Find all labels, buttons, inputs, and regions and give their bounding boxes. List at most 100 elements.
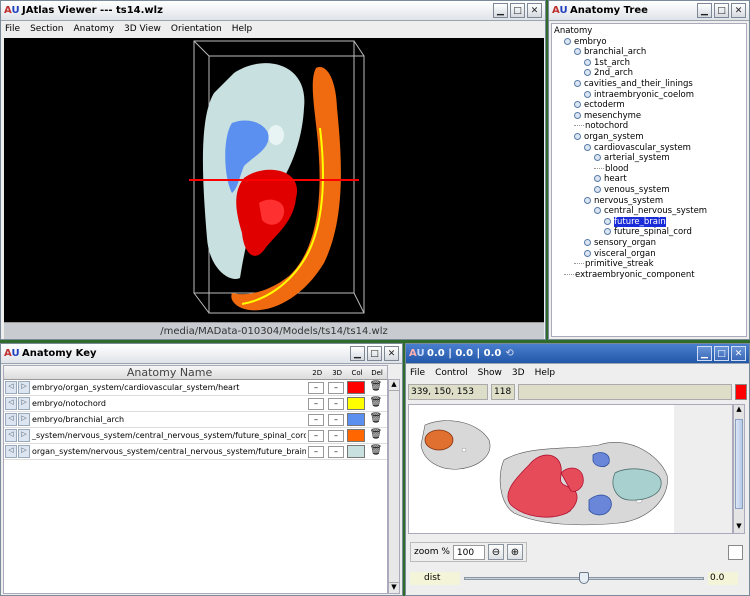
tree-toggle-icon[interactable] [584,249,591,257]
tree-node-branchial-arch[interactable]: branchial_arch [574,47,646,57]
key-table-row[interactable]: ◁ ▷ embryo/notochord – – 🗑 [4,396,387,412]
next-icon[interactable]: ▷ [18,413,30,426]
tree-toggle-icon[interactable] [584,58,591,66]
menu-item-3d-view[interactable]: 3D View [124,24,161,34]
maximize-icon[interactable]: □ [714,3,729,18]
dist-slider[interactable] [464,571,704,585]
3d-visibility-toggle[interactable]: – [328,381,344,394]
3d-visibility-toggle[interactable]: – [328,445,344,458]
menu-item-anatomy[interactable]: Anatomy [74,24,115,34]
next-icon[interactable]: ▷ [18,381,30,394]
tree-toggle-icon[interactable] [584,90,591,98]
maximize-icon[interactable]: □ [367,346,382,361]
section-vertical-scrollbar[interactable]: ▲ ▼ [733,404,745,534]
tree-toggle-icon[interactable] [584,69,591,77]
tree-toggle-icon[interactable] [604,228,611,236]
tree-toggle-icon[interactable] [574,80,581,87]
trash-icon[interactable]: 🗑 [368,381,384,394]
tree-toggle-icon[interactable] [574,101,581,109]
key-table-row[interactable]: ◁ ▷ embryo/branchial_arch – – 🗑 [4,412,387,428]
next-icon[interactable]: ▷ [18,397,30,410]
tree-node-notochord[interactable]: notochord [574,121,628,131]
trash-icon[interactable]: 🗑 [368,397,384,410]
scroll-thumb[interactable] [735,419,743,509]
close-icon[interactable]: ✕ [527,3,542,18]
tree-node-cardiovascular-system[interactable]: cardiovascular_system [584,143,691,153]
menu-item-help[interactable]: Help [232,24,253,34]
tree-node-nervous-system[interactable]: nervous_system [584,196,663,206]
menu-item-orientation[interactable]: Orientation [171,24,222,34]
minimize-icon[interactable]: ▁ [493,3,508,18]
trash-icon[interactable]: 🗑 [368,445,384,458]
slider-thumb-icon[interactable] [579,572,589,584]
tree-node-primitive-streak[interactable]: primitive_streak [574,259,654,269]
prev-icon[interactable]: ◁ [5,397,17,410]
3d-view-canvas[interactable] [4,38,544,322]
delete-column-header[interactable]: Del [367,366,387,379]
section-titlebar[interactable]: AU 0.0 | 0.0 | 0.0 ⟲ ▁ □ ✕ [406,344,749,364]
maximize-icon[interactable]: □ [714,346,729,361]
menu-item-help[interactable]: Help [535,368,556,378]
menu-item-file[interactable]: File [410,368,425,378]
key-table-row[interactable]: ◁ ▷ _system/nervous_system/central_nervous… [4,428,387,444]
tree-node-organ-system[interactable]: organ_system [574,132,644,142]
2d-visibility-toggle[interactable]: – [308,397,324,410]
tree-node-arterial-system[interactable]: arterial_system [594,153,670,163]
tree-node-extraembryonic-component[interactable]: extraembryonic_component [564,270,695,280]
tree-toggle-icon[interactable] [594,186,601,193]
tree-toggle-icon[interactable] [564,37,571,45]
toggle-checkbox[interactable] [728,544,743,560]
maximize-icon[interactable]: □ [510,3,525,18]
tree-toggle-icon[interactable] [584,196,591,204]
trash-icon[interactable]: 🗑 [368,413,384,426]
key-vertical-scrollbar[interactable]: ▲ ▼ [388,379,400,594]
tree-node-cavities-and-their-linings[interactable]: cavities_and_their_linings [574,79,693,89]
color-swatch[interactable] [347,413,365,426]
prev-icon[interactable]: ◁ [5,445,17,458]
prev-icon[interactable]: ◁ [5,429,17,442]
tree-toggle-icon[interactable] [584,239,591,246]
close-icon[interactable]: ✕ [731,3,746,18]
menu-item-3d[interactable]: 3D [512,368,525,378]
zoom-in-icon[interactable]: ⊕ [506,544,523,560]
scroll-down-icon[interactable]: ▼ [734,522,744,533]
tree-node-ectoderm[interactable]: ectoderm [574,100,625,110]
tree-node-future-spinal-cord[interactable]: future_spinal_cord [604,227,692,237]
tree-titlebar[interactable]: AU Anatomy Tree ▁ □ ✕ [549,1,749,21]
tree-node-mesenchyme[interactable]: mesenchyme [574,111,641,121]
next-icon[interactable]: ▷ [18,445,30,458]
tree-node-blood[interactable]: blood [594,164,629,174]
color-swatch[interactable] [347,429,365,442]
trash-icon[interactable]: 🗑 [368,429,384,442]
close-icon[interactable]: ✕ [384,346,399,361]
2d-visibility-toggle[interactable]: – [308,413,324,426]
menu-item-control[interactable]: Control [435,368,468,378]
tree-toggle-icon[interactable] [594,154,601,162]
link-icon[interactable]: ⟲ [505,348,513,359]
prev-icon[interactable]: ◁ [5,381,17,394]
anatomy-name-column-header[interactable]: Anatomy Name [32,366,307,379]
tree-toggle-icon[interactable] [574,133,581,140]
key-titlebar[interactable]: AU Anatomy Key ▁ □ ✕ [1,344,402,364]
zoom-input[interactable]: 100 [452,544,485,560]
color-swatch[interactable] [347,381,365,394]
minimize-icon[interactable]: ▁ [697,346,712,361]
3d-visibility-toggle[interactable]: – [328,429,344,442]
3d-visibility-toggle[interactable]: – [328,413,344,426]
tree-node-intraembryonic-coelom[interactable]: intraembryonic_coelom [584,90,694,100]
prev-icon[interactable]: ◁ [5,413,17,426]
tree-node-1st-arch[interactable]: 1st_arch [584,58,630,68]
zoom-out-icon[interactable]: ⊖ [487,544,504,560]
menu-item-section[interactable]: Section [30,24,63,34]
tree-node-visceral-organ[interactable]: visceral_organ [584,249,656,259]
2d-visibility-toggle[interactable]: – [308,429,324,442]
next-icon[interactable]: ▷ [18,429,30,442]
menu-item-file[interactable]: File [5,24,20,34]
scroll-down-icon[interactable]: ▼ [389,582,399,593]
tree-node-sensory-organ[interactable]: sensory_organ [584,238,656,248]
tree-node-Anatomy[interactable]: Anatomy [554,26,592,36]
color-swatch[interactable] [347,445,365,458]
key-table-row[interactable]: ◁ ▷ organ_system/nervous_system/central_ne… [4,444,387,460]
2d-visibility-toggle[interactable]: – [308,445,324,458]
scroll-up-icon[interactable]: ▲ [734,405,744,416]
